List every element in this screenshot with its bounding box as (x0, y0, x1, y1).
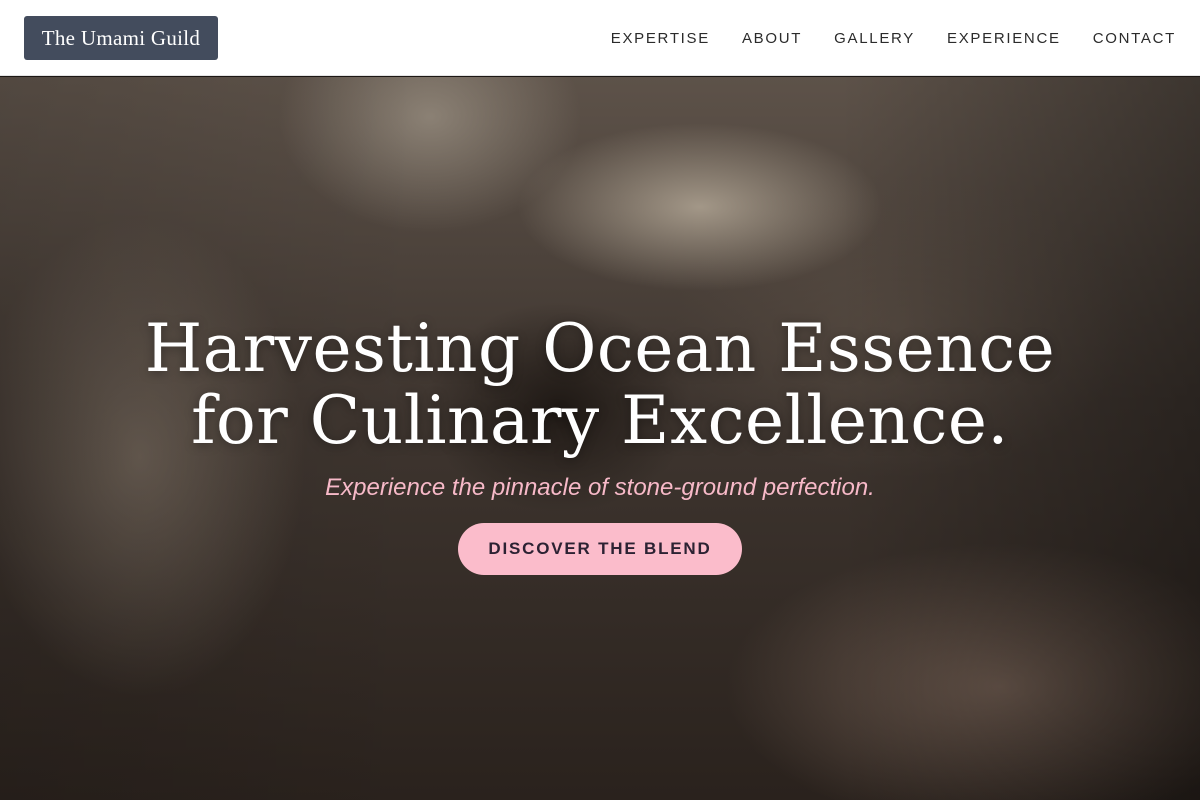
nav-link-experience[interactable]: EXPERIENCE (947, 30, 1061, 47)
main-nav: EXPERTISE ABOUT GALLERY EXPERIENCE CONTA… (611, 0, 1176, 76)
discover-blend-button[interactable]: DISCOVER THE BLEND (458, 523, 742, 575)
hero-subtitle: Experience the pinnacle of stone-ground … (325, 474, 875, 501)
nav-link-about[interactable]: ABOUT (742, 30, 802, 47)
brand-logo[interactable]: The Umami Guild (24, 16, 218, 60)
site-header: The Umami Guild EXPERTISE ABOUT GALLERY … (0, 0, 1200, 76)
hero-title-line-1: Harvesting Ocean Essence (144, 310, 1056, 387)
hero-title-line-2: for Culinary Excellence. (191, 382, 1009, 459)
hero-content: Harvesting Ocean Essence for Culinary Ex… (0, 313, 1200, 575)
hero-title: Harvesting Ocean Essence for Culinary Ex… (0, 313, 1200, 457)
hero-section: Harvesting Ocean Essence for Culinary Ex… (0, 77, 1200, 800)
nav-link-expertise[interactable]: EXPERTISE (611, 30, 710, 47)
nav-link-gallery[interactable]: GALLERY (834, 30, 915, 47)
nav-link-contact[interactable]: CONTACT (1093, 30, 1176, 47)
